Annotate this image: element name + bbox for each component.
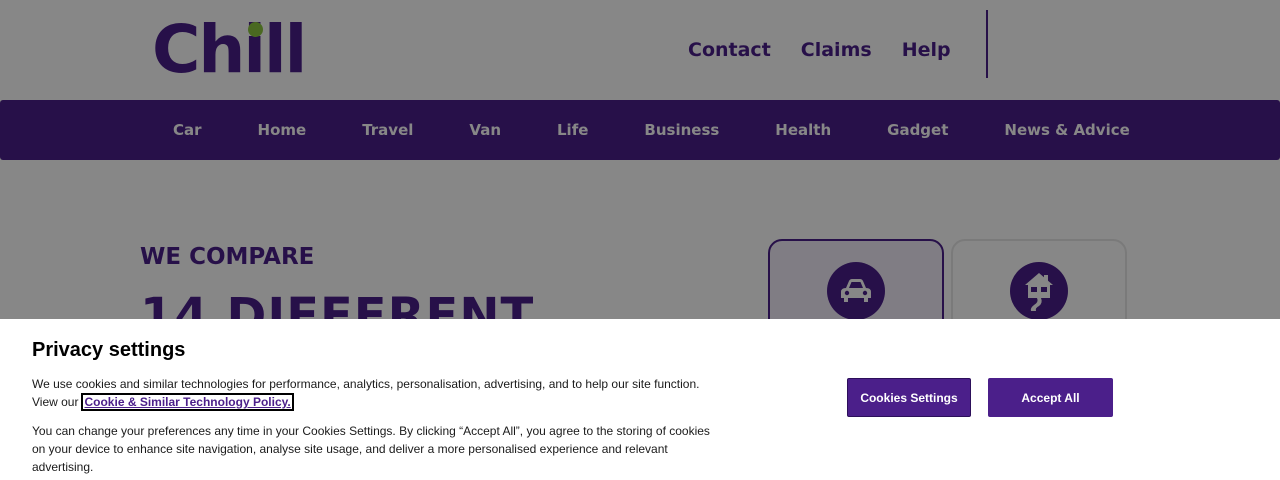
cookie-banner: Privacy settings We use cookies and simi… (0, 319, 1280, 480)
accept-all-button[interactable]: Accept All (988, 378, 1113, 417)
cookies-settings-button[interactable]: Cookies Settings (847, 378, 971, 417)
cookie-preferences-text: You can change your preferences any time… (32, 424, 710, 474)
cookie-banner-title: Privacy settings (32, 339, 186, 361)
cookie-description: We use cookies and similar technologies … (32, 375, 722, 411)
cookie-policy-link[interactable]: Cookie & Similar Technology Policy. (81, 393, 294, 411)
